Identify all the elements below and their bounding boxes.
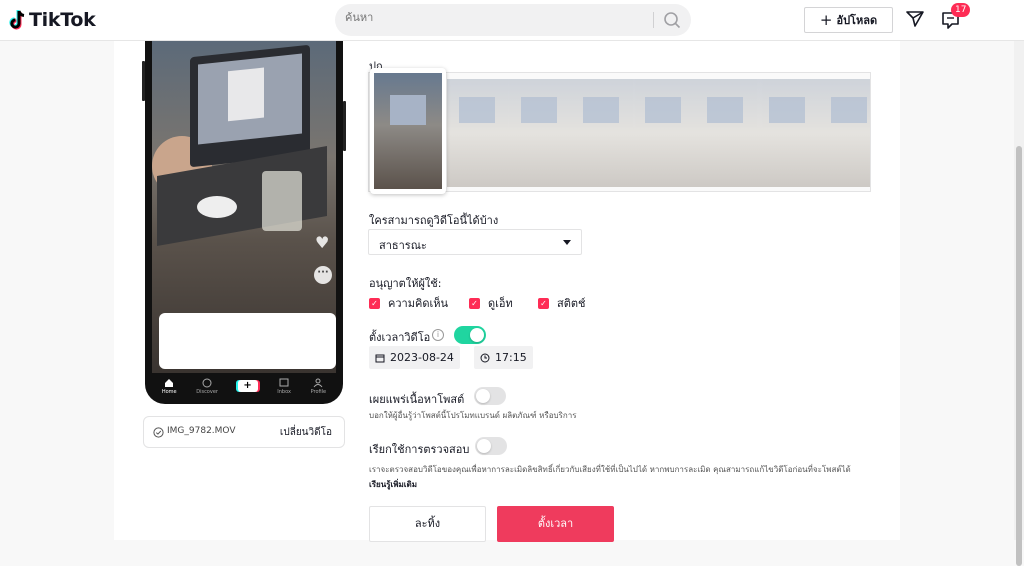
privacy-select[interactable]: สาธารณะ (368, 229, 582, 255)
tiktok-logo[interactable]: TikTok (8, 9, 96, 31)
clock-icon (480, 353, 490, 362)
schedule-date: 2023-08-24 (390, 351, 454, 364)
plus-icon: + (819, 11, 833, 29)
phone-nav-create: + (237, 380, 258, 392)
comment-icon: ··· (314, 266, 332, 284)
caption-overlay (159, 313, 336, 369)
search-bar (335, 4, 691, 36)
cover-frame[interactable] (695, 79, 757, 187)
calendar-icon (375, 354, 385, 362)
schedule-time-picker[interactable]: 17:15 (474, 346, 533, 369)
video-preview[interactable]: ♥ ··· (152, 41, 336, 373)
top-bar: TikTok + อัปโหลด 17 (0, 0, 1024, 41)
allow-duet-checkbox[interactable]: ✓ ดูเอ็ท (469, 294, 513, 312)
cover-frame[interactable] (633, 79, 695, 187)
cover-frame[interactable] (447, 79, 509, 187)
cover-thumbnail (374, 73, 442, 189)
copyright-check-label: เรียกใช้การตรวจสอบ (369, 443, 470, 456)
allow-comments-checkbox[interactable]: ✓ ความคิดเห็น (369, 294, 448, 312)
checkbox-checked-icon: ✓ (469, 297, 480, 309)
check-circle-icon (153, 427, 164, 438)
privacy-label: ใครสามารถดูวิดีโอนี้ได้บ้าง (369, 214, 499, 227)
inbox-badge: 17 (951, 3, 971, 17)
change-video-button[interactable]: เปลี่ยนวิดีโอ (280, 425, 332, 440)
privacy-value: สาธารณะ (379, 239, 427, 252)
disclose-label: เผยแพร่เนื้อหาโพสต์ (369, 393, 465, 406)
phone-preview: ♥ ··· Home Discover + Inbox Profile (142, 41, 346, 404)
file-name: IMG_9782.MOV (167, 426, 236, 436)
checkbox-checked-icon: ✓ (538, 297, 549, 309)
learn-more-link[interactable]: เรียนรู้เพิ่มเติม (369, 478, 417, 491)
search-input[interactable] (345, 11, 645, 24)
heart-icon: ♥ (315, 233, 330, 252)
disclose-toggle[interactable] (474, 387, 506, 405)
phone-nav-inbox: Inbox (277, 378, 291, 395)
cover-frame[interactable] (819, 79, 870, 187)
upload-button[interactable]: + อัปโหลด (804, 7, 893, 33)
tiktok-logo-icon (9, 10, 25, 30)
send-icon[interactable] (905, 10, 925, 28)
cover-selected-frame[interactable] (370, 68, 446, 194)
inbox-icon (279, 378, 289, 386)
allow-label: อนุญาตให้ผู้ใช้: (369, 277, 442, 290)
schedule-date-picker[interactable]: 2023-08-24 (369, 346, 460, 369)
cover-frame[interactable] (571, 79, 633, 187)
file-info: IMG_9782.MOV เปลี่ยนวิดีโอ (143, 416, 345, 448)
cover-frame[interactable] (757, 79, 819, 187)
schedule-button[interactable]: ตั้งเวลา (497, 506, 614, 542)
caret-down-icon (563, 240, 571, 245)
scrollbar-thumb[interactable] (1016, 146, 1022, 566)
copyright-check-description: เราจะตรวจสอบวิดีโอของคุณเพื่อหาการละเมิด… (369, 465, 851, 474)
disclose-description: บอกให้ผู้อื่นรู้ว่าโพสต์นี้โปรโมทแบรนด์ … (369, 411, 577, 420)
search-divider (653, 12, 654, 28)
info-icon[interactable]: i (432, 329, 444, 341)
scrollbar[interactable] (1014, 41, 1024, 566)
allow-stitch-checkbox[interactable]: ✓ สติตช์ (538, 294, 585, 312)
copyright-check-toggle[interactable] (475, 437, 507, 455)
schedule-time: 17:15 (495, 351, 527, 364)
home-icon (165, 378, 174, 387)
profile-icon (313, 378, 323, 387)
compass-icon (202, 378, 212, 387)
phone-nav-bar: Home Discover + Inbox Profile (152, 373, 336, 399)
schedule-toggle[interactable] (454, 326, 486, 344)
discard-button[interactable]: ละทิ้ง (369, 506, 486, 542)
create-plus-icon: + (237, 380, 258, 392)
phone-nav-home: Home (162, 378, 177, 395)
phone-nav-discover: Discover (196, 378, 218, 395)
upload-label: อัปโหลด (836, 14, 878, 27)
checkbox-checked-icon: ✓ (369, 297, 380, 309)
logo-text: TikTok (29, 9, 96, 31)
search-icon[interactable] (659, 8, 685, 32)
phone-nav-profile: Profile (311, 378, 326, 395)
schedule-label: ตั้งเวลาวิดีโอ (369, 331, 431, 344)
cover-frame[interactable] (509, 79, 571, 187)
